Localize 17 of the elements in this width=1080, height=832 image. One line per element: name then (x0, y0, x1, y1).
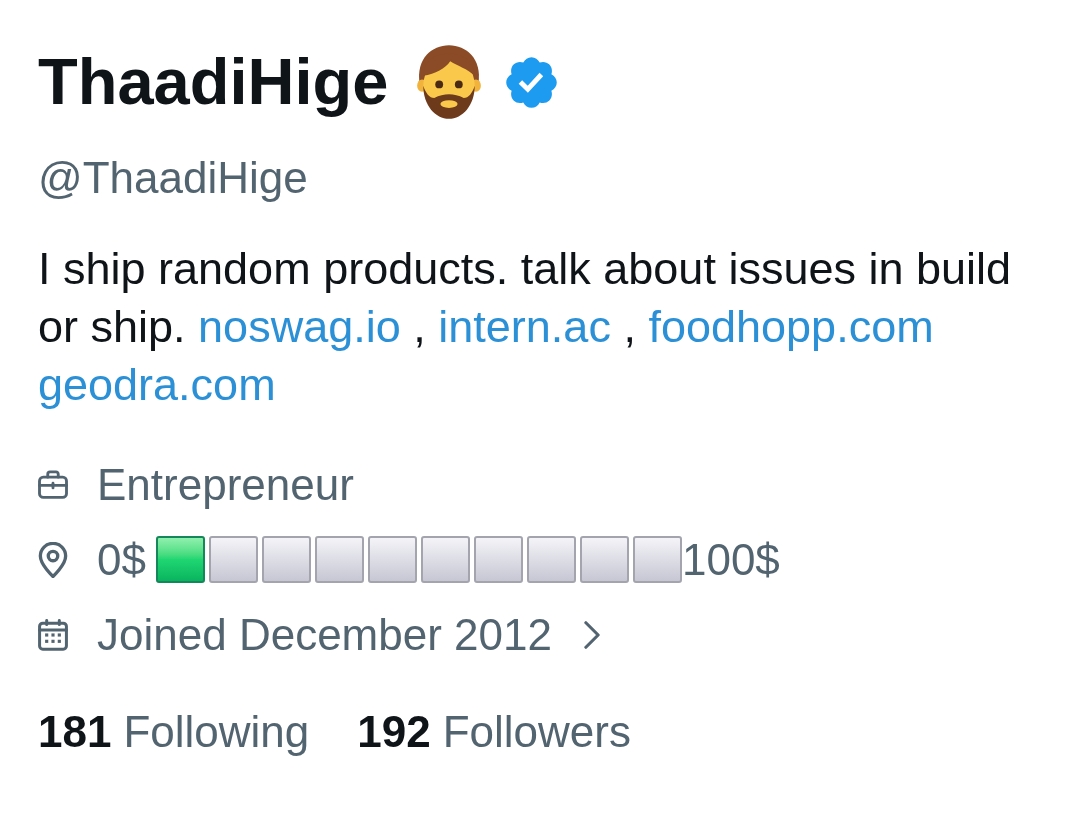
website-link[interactable]: foodhopp.com (648, 301, 934, 352)
amount-label: 100$ (681, 533, 780, 586)
join-date-text: Joined December 2012 (97, 608, 552, 661)
website-link[interactable]: intern.ac (438, 301, 611, 352)
category-text: Entrepreneur (97, 458, 354, 511)
follow-count-link[interactable]: 192 Followers (357, 702, 631, 762)
website-link[interactable]: geodra.com (38, 359, 276, 410)
website-link[interactable]: noswag.io (198, 301, 401, 352)
amount-label: 0$ (97, 533, 146, 586)
calendar-icon (38, 618, 68, 651)
briefcase-icon (38, 469, 68, 500)
username-handle: @ThaadiHige (38, 152, 308, 204)
display-name: ThaadiHige (38, 44, 389, 120)
chevron-right-icon[interactable] (583, 620, 600, 649)
map-pin-icon (38, 541, 68, 578)
bio-text: I ship random products. talk about issues in build or ship. noswag.io , intern.ac , foodhopp.com geodra.com (38, 242, 1013, 412)
follow-count-link[interactable]: 181 Following (38, 702, 310, 762)
